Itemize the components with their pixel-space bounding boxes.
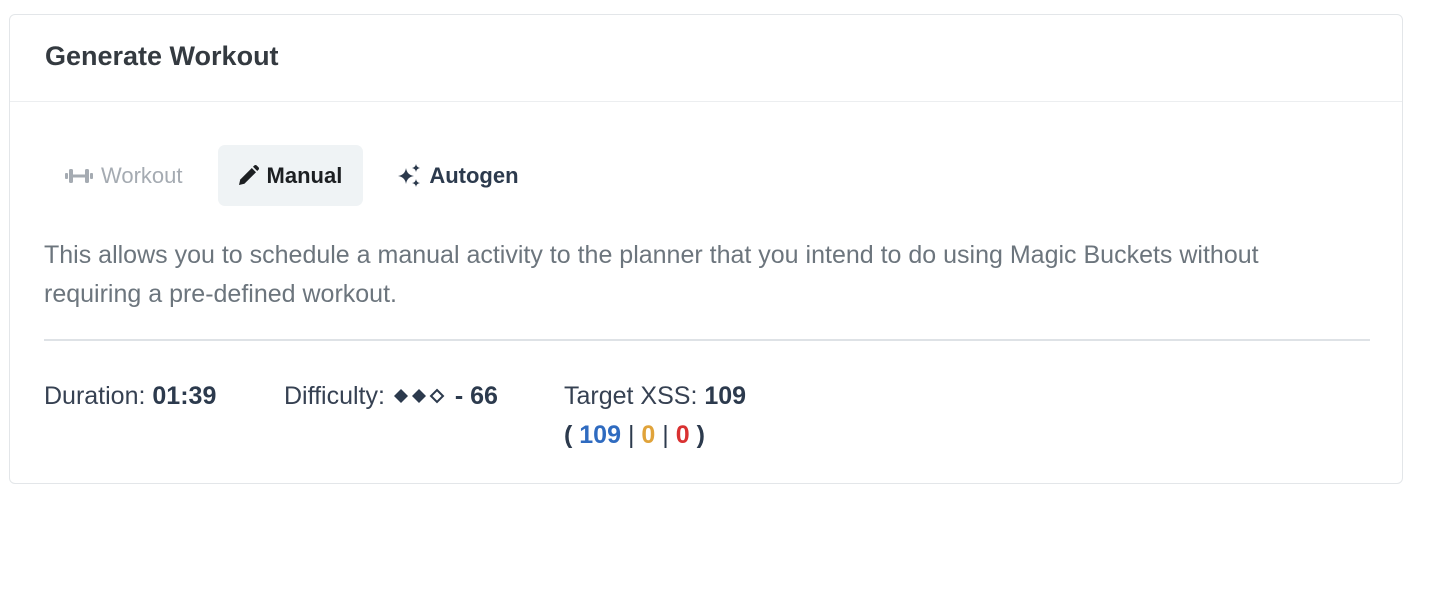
tab-autogen-label: Autogen [429,162,519,188]
sparkles-icon [396,163,422,189]
duration-value: 01:39 [152,382,217,410]
generate-workout-card: Generate Workout Workout Manual Autogen … [9,14,1403,484]
xss-breakdown: ( 109 | 0 | 0 ) [564,421,705,450]
duration-label: Duration: [44,382,146,410]
card-header: Generate Workout [10,15,1402,102]
difficulty-label: Difficulty: [284,382,385,410]
xss-orange-value: 0 [641,421,656,449]
xss-close-paren: ) [696,421,705,449]
xss-blue-value: 109 [579,421,621,449]
tab-manual[interactable]: Manual [217,145,364,206]
difficulty-diamonds-icon [392,387,448,405]
xss-separator: | [662,421,669,449]
tab-workout[interactable]: Workout [44,145,203,206]
pencil-icon [236,164,260,188]
tab-autogen[interactable]: Autogen [376,145,538,206]
target-xss-stat: Target XSS: 109 [564,382,746,411]
divider [44,339,1370,341]
xss-value: 109 [704,382,747,410]
difficulty-value: - 66 [454,382,498,410]
xss-separator: | [627,421,635,449]
xss-label: Target XSS: [564,382,698,410]
xss-open-paren: ( [564,421,573,449]
mode-tabs: Workout Manual Autogen [44,145,539,206]
duration-stat: Duration: 01:39 [44,382,216,411]
mode-description: This allows you to schedule a manual act… [44,241,1259,308]
dumbbell-icon [64,166,94,186]
difficulty-stat: Difficulty: - 66 [284,382,498,411]
tab-workout-label: Workout [101,162,183,188]
xss-red-value: 0 [675,421,690,449]
tab-manual-label: Manual [266,162,343,188]
card-title: Generate Workout [45,40,279,71]
